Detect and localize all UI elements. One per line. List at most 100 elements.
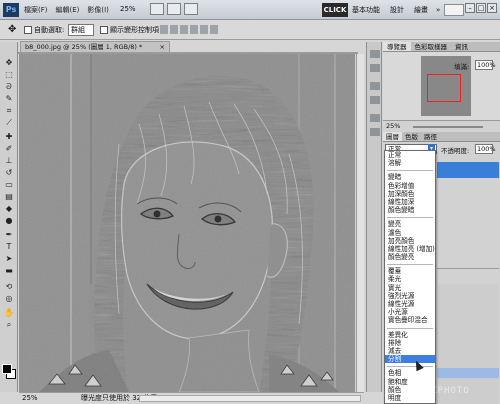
- dodge-tool-icon[interactable]: ●: [3, 216, 15, 226]
- blend-multiply[interactable]: 色彩增值: [385, 182, 435, 190]
- type-tool-icon[interactable]: T: [3, 242, 15, 252]
- move-tool-icon[interactable]: ✥: [3, 58, 15, 68]
- eraser-icon[interactable]: ▭: [3, 180, 15, 190]
- move-tool-icon[interactable]: ✥: [8, 24, 16, 35]
- zoom-tool-icon[interactable]: ⌕: [3, 320, 15, 330]
- healing-brush-icon[interactable]: ✚: [3, 132, 15, 142]
- blend-soft-light[interactable]: 柔光: [385, 275, 435, 283]
- selected-layer-row[interactable]: [437, 162, 499, 178]
- foreground-color-swatch[interactable]: [2, 364, 12, 374]
- maximize-icon[interactable]: □: [476, 3, 486, 13]
- show-transform-checkbox[interactable]: [100, 26, 108, 34]
- tab-color-sampler[interactable]: 色彩取樣器: [411, 42, 452, 51]
- more-workspaces-button[interactable]: »: [436, 3, 440, 17]
- blend-divide[interactable]: 分割: [385, 355, 435, 364]
- blend-vivid-light[interactable]: 強烈光源: [385, 292, 435, 300]
- 3d-rotate-icon[interactable]: ⟲: [3, 282, 15, 292]
- brushes-panel-icon[interactable]: [370, 82, 380, 90]
- arrange-documents-icon[interactable]: [167, 3, 181, 15]
- paragraph-panel-icon[interactable]: [370, 128, 380, 136]
- window-controls: – □ ×: [465, 3, 497, 13]
- opacity-label: 不透明度:: [441, 147, 470, 155]
- watermark: DIGIPHOTO: [412, 386, 470, 396]
- layers-tabs: 圖層 色版 路徑: [383, 132, 500, 142]
- tab-info[interactable]: 資訊: [451, 42, 472, 51]
- workspace-essentials[interactable]: 基本功能: [352, 3, 380, 17]
- blend-exclusion[interactable]: 排除: [385, 339, 435, 347]
- blend-linear-dodge[interactable]: 線性加亮 (增加): [385, 245, 435, 253]
- shape-tool-icon[interactable]: ▬: [3, 266, 15, 276]
- brush-tool-icon[interactable]: ✐: [3, 144, 15, 154]
- canvas-vertical-scrollbar[interactable]: [356, 54, 364, 392]
- path-select-icon[interactable]: ➤: [3, 254, 15, 264]
- pen-tool-icon[interactable]: ✒: [3, 230, 15, 240]
- align-top-icon[interactable]: [160, 25, 168, 34]
- menu-file[interactable]: 檔案(F): [24, 5, 48, 15]
- marquee-tool-icon[interactable]: ⬚: [3, 70, 15, 80]
- tab-channels[interactable]: 色版: [402, 132, 421, 141]
- workspace-click[interactable]: CLICK: [322, 3, 348, 17]
- blend-difference[interactable]: 差異化: [385, 331, 435, 339]
- blend-linear-light[interactable]: 線性光源: [385, 300, 435, 308]
- align-left-icon[interactable]: [190, 25, 198, 34]
- tab-paths[interactable]: 路徑: [421, 132, 440, 141]
- blend-color-burn[interactable]: 加深顏色: [385, 190, 435, 198]
- blend-color-dodge[interactable]: 加亮顏色: [385, 237, 435, 245]
- actions-panel-icon[interactable]: [370, 64, 380, 72]
- character-panel-icon[interactable]: [370, 114, 380, 122]
- blend-hard-light[interactable]: 實光: [385, 284, 435, 292]
- blend-hue[interactable]: 色相: [385, 369, 435, 377]
- gradient-tool-icon[interactable]: ▤: [3, 192, 15, 202]
- blend-hard-mix[interactable]: 實色疊印混合: [385, 316, 435, 324]
- history-panel-icon[interactable]: [370, 50, 380, 58]
- menu-edit[interactable]: 編輯(E): [56, 5, 80, 15]
- align-center-icon[interactable]: [200, 25, 208, 34]
- minimize-icon[interactable]: –: [465, 3, 475, 13]
- navigator-zoom-value[interactable]: 25%: [386, 122, 400, 130]
- auto-select-dropdown[interactable]: 群組: [68, 24, 94, 36]
- history-brush-icon[interactable]: ↺: [3, 168, 15, 178]
- clone-source-panel-icon[interactable]: [370, 96, 380, 104]
- quick-select-icon[interactable]: ✎: [3, 94, 15, 104]
- canvas-horizontal-scrollbar[interactable]: [139, 395, 361, 402]
- blur-tool-icon[interactable]: ◆: [3, 204, 15, 214]
- clone-stamp-icon[interactable]: ⊥: [3, 156, 15, 166]
- workspace-painting[interactable]: 繪畫: [414, 3, 428, 17]
- blend-lighter-color[interactable]: 顏色變亮: [385, 253, 435, 261]
- cs-live-search[interactable]: [444, 4, 464, 16]
- menu-separator: [385, 325, 435, 331]
- blend-lighten[interactable]: 變亮: [385, 220, 435, 228]
- screen-mode-icon[interactable]: [184, 3, 198, 15]
- blend-darker-color[interactable]: 顏色變暗: [385, 206, 435, 214]
- lasso-tool-icon[interactable]: ᘐ: [3, 82, 15, 92]
- align-bottom-icon[interactable]: [180, 25, 188, 34]
- 3d-orbit-icon[interactable]: ◎: [3, 294, 15, 304]
- align-middle-icon[interactable]: [170, 25, 178, 34]
- document-canvas[interactable]: [19, 54, 355, 392]
- close-icon[interactable]: ×: [487, 3, 497, 13]
- align-right-icon[interactable]: [210, 25, 218, 34]
- opacity-input[interactable]: 100%: [475, 144, 496, 154]
- tab-navigator[interactable]: 導覽器: [383, 42, 411, 51]
- crop-tool-icon[interactable]: ⌗: [3, 106, 15, 116]
- menu-image[interactable]: 影像(I): [87, 5, 109, 15]
- navigator-view-box[interactable]: [427, 74, 461, 102]
- blend-screen[interactable]: 濾色: [385, 229, 435, 237]
- selected-list-item[interactable]: [437, 368, 499, 378]
- blend-normal[interactable]: 正常: [385, 151, 435, 159]
- zoom-level[interactable]: 25%: [120, 5, 136, 13]
- workspace-design[interactable]: 設計: [390, 3, 404, 17]
- tab-layers[interactable]: 圖層: [383, 132, 402, 141]
- blend-subtract[interactable]: 減去: [385, 347, 435, 355]
- hand-tool-icon[interactable]: ✋: [3, 308, 15, 318]
- status-zoom[interactable]: 25%: [22, 393, 38, 404]
- view-extras-icon[interactable]: [150, 3, 164, 15]
- eyedropper-icon[interactable]: ⟋: [3, 118, 15, 128]
- blend-darken[interactable]: 變暗: [385, 173, 435, 181]
- blend-dissolve[interactable]: 溶解: [385, 159, 435, 167]
- navigator-zoom-slider[interactable]: [413, 126, 483, 128]
- blend-saturation[interactable]: 飽和度: [385, 378, 435, 386]
- fill-input[interactable]: 100%: [475, 60, 496, 70]
- blend-linear-burn[interactable]: 線性加深: [385, 198, 435, 206]
- auto-select-checkbox[interactable]: [24, 26, 32, 34]
